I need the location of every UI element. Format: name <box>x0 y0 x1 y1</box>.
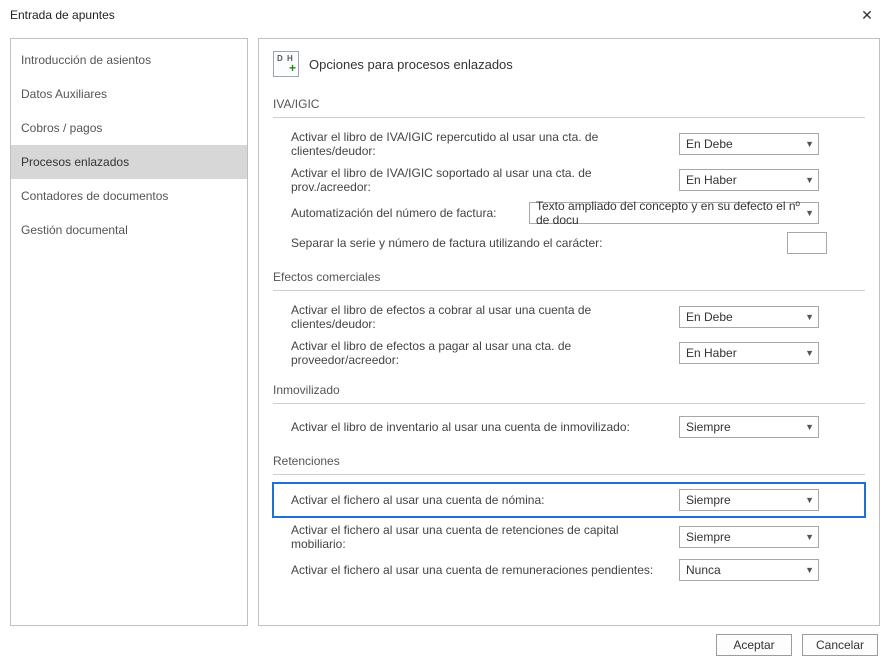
select-value: Nunca <box>686 563 721 577</box>
chevron-down-icon: ▼ <box>805 175 814 185</box>
select-iva-repercutido[interactable]: En Debe ▼ <box>679 133 819 155</box>
row-iva-repercutido: Activar el libro de IVA/IGIC repercutido… <box>273 126 865 162</box>
close-icon: ✕ <box>861 7 873 24</box>
sidebar-item-datos-aux[interactable]: Datos Auxiliares <box>11 77 247 111</box>
row-efectos-pagar: Activar el libro de efectos a pagar al u… <box>273 335 865 371</box>
panel-header-icon: D H + <box>273 51 299 77</box>
section-title-iva: IVA/IGIC <box>273 91 865 118</box>
chevron-down-icon: ▼ <box>805 208 814 218</box>
select-ret-remun[interactable]: Nunca ▼ <box>679 559 819 581</box>
dialog-body: Introducción de asientos Datos Auxiliare… <box>0 30 890 626</box>
row-iva-automatizacion: Automatización del número de factura: Te… <box>273 198 865 228</box>
dialog-footer: Aceptar Cancelar <box>0 626 890 664</box>
label-ret-nomina: Activar el fichero al usar una cuenta de… <box>291 493 671 507</box>
section-title-inmovilizado: Inmovilizado <box>273 377 865 404</box>
select-efectos-cobrar[interactable]: En Debe ▼ <box>679 306 819 328</box>
chevron-down-icon: ▼ <box>805 139 814 149</box>
sidebar: Introducción de asientos Datos Auxiliare… <box>10 38 248 626</box>
row-ret-nomina: Activar el fichero al usar una cuenta de… <box>273 483 865 517</box>
chevron-down-icon: ▼ <box>805 312 814 322</box>
close-button[interactable]: ✕ <box>852 0 882 30</box>
label-ret-capital: Activar el fichero al usar una cuenta de… <box>291 523 671 551</box>
select-iva-soportado[interactable]: En Haber ▼ <box>679 169 819 191</box>
input-iva-separador[interactable] <box>787 232 827 254</box>
chevron-down-icon: ▼ <box>805 532 814 542</box>
accept-button[interactable]: Aceptar <box>716 634 792 656</box>
select-inmov-inventario[interactable]: Siempre ▼ <box>679 416 819 438</box>
row-iva-separador: Separar la serie y número de factura uti… <box>273 228 865 258</box>
label-iva-repercutido: Activar el libro de IVA/IGIC repercutido… <box>291 130 671 158</box>
titlebar: Entrada de apuntes ✕ <box>0 0 890 30</box>
cancel-button[interactable]: Cancelar <box>802 634 878 656</box>
section-title-retenciones: Retenciones <box>273 448 865 475</box>
row-iva-soportado: Activar el libro de IVA/IGIC soportado a… <box>273 162 865 198</box>
sidebar-item-intro[interactable]: Introducción de asientos <box>11 43 247 77</box>
row-efectos-cobrar: Activar el libro de efectos a cobrar al … <box>273 299 865 335</box>
main-panel: D H + Opciones para procesos enlazados I… <box>258 38 880 626</box>
chevron-down-icon: ▼ <box>805 495 814 505</box>
select-value: En Haber <box>686 346 737 360</box>
label-iva-automatizacion: Automatización del número de factura: <box>291 206 521 220</box>
label-efectos-cobrar: Activar el libro de efectos a cobrar al … <box>291 303 671 331</box>
select-efectos-pagar[interactable]: En Haber ▼ <box>679 342 819 364</box>
select-ret-capital[interactable]: Siempre ▼ <box>679 526 819 548</box>
chevron-down-icon: ▼ <box>805 422 814 432</box>
select-value: En Debe <box>686 310 733 324</box>
row-ret-capital: Activar el fichero al usar una cuenta de… <box>273 519 865 555</box>
label-iva-soportado: Activar el libro de IVA/IGIC soportado a… <box>291 166 671 194</box>
select-value: En Debe <box>686 137 733 151</box>
label-ret-remun: Activar el fichero al usar una cuenta de… <box>291 563 671 577</box>
chevron-down-icon: ▼ <box>805 348 814 358</box>
label-efectos-pagar: Activar el libro de efectos a pagar al u… <box>291 339 671 367</box>
select-value: En Haber <box>686 173 737 187</box>
select-value: Texto ampliado del concepto y en su defe… <box>536 199 805 227</box>
row-ret-remun: Activar el fichero al usar una cuenta de… <box>273 555 865 585</box>
select-value: Siempre <box>686 530 731 544</box>
chevron-down-icon: ▼ <box>805 565 814 575</box>
sidebar-item-contadores[interactable]: Contadores de documentos <box>11 179 247 213</box>
select-value: Siempre <box>686 420 731 434</box>
sidebar-item-gestion[interactable]: Gestión documental <box>11 213 247 247</box>
label-iva-separador: Separar la serie y número de factura uti… <box>291 236 671 250</box>
select-iva-automatizacion[interactable]: Texto ampliado del concepto y en su defe… <box>529 202 819 224</box>
panel-header: D H + Opciones para procesos enlazados <box>273 51 865 77</box>
select-ret-nomina[interactable]: Siempre ▼ <box>679 489 819 511</box>
plus-icon: + <box>289 61 296 75</box>
panel-title: Opciones para procesos enlazados <box>309 57 513 72</box>
select-value: Siempre <box>686 493 731 507</box>
section-title-efectos: Efectos comerciales <box>273 264 865 291</box>
window-title: Entrada de apuntes <box>10 8 115 22</box>
label-inmov-inventario: Activar el libro de inventario al usar u… <box>291 420 671 434</box>
sidebar-item-cobros[interactable]: Cobros / pagos <box>11 111 247 145</box>
row-inmov-inventario: Activar el libro de inventario al usar u… <box>273 412 865 442</box>
sidebar-item-procesos[interactable]: Procesos enlazados <box>11 145 247 179</box>
